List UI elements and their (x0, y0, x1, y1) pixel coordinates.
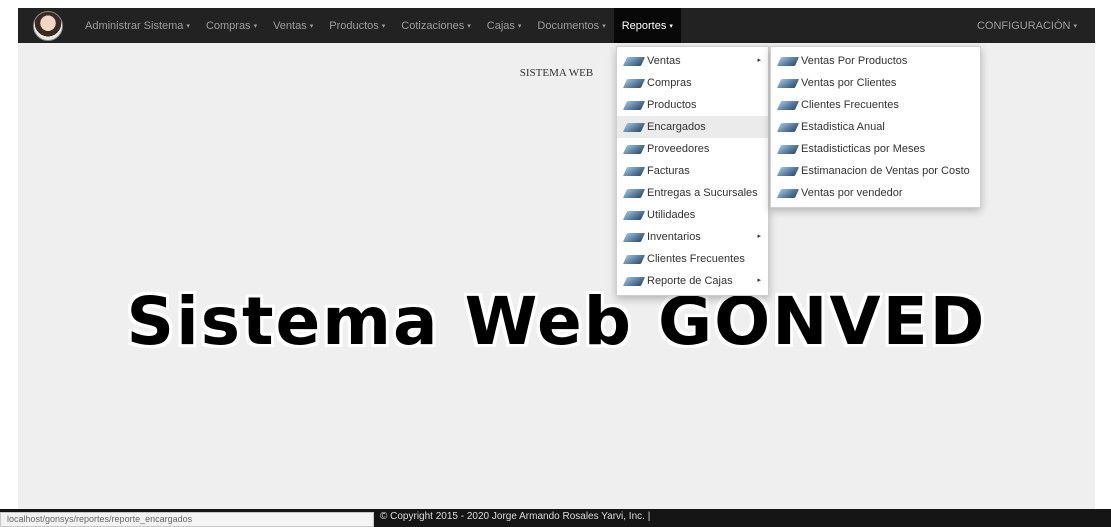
submenu-item-estadistica-anual[interactable]: Estadistica Anual (771, 116, 980, 138)
menu-item-inventarios[interactable]: Inventarios ▸ (617, 226, 768, 248)
menu-item-compras[interactable]: Compras (617, 72, 768, 94)
book-icon (776, 100, 800, 110)
chevron-right-icon: ▸ (757, 277, 761, 284)
book-icon (622, 78, 646, 88)
status-bar-url: localhost/gonsys/reportes/reporte_encarg… (0, 512, 374, 527)
window-left-edge (0, 43, 18, 509)
chevron-down-icon: ▾ (467, 22, 471, 30)
top-navbar: Administrar Sistema ▾ Compras ▾ Ventas ▾ Pr… (18, 8, 1095, 43)
book-icon (622, 122, 646, 132)
chevron-down-icon: ▾ (186, 22, 190, 30)
window-top-edge (0, 0, 1111, 8)
page-title: Sistema Web GONVED (126, 283, 987, 360)
menu-item-productos[interactable]: Productos (617, 94, 768, 116)
book-icon (776, 122, 800, 132)
book-icon (622, 100, 646, 110)
book-icon (776, 188, 800, 198)
chevron-right-icon: ▸ (757, 233, 761, 240)
menu-item-facturas[interactable]: Facturas (617, 160, 768, 182)
nav-documentos[interactable]: Documentos ▾ (529, 8, 613, 43)
nav-ventas[interactable]: Ventas ▾ (265, 8, 321, 43)
submenu-item-estimacion-ventas-costo[interactable]: Estimanacion de Ventas por Costo (771, 160, 980, 182)
book-icon (622, 276, 646, 286)
nav-productos[interactable]: Productos ▾ (321, 8, 393, 43)
book-icon (622, 56, 646, 66)
submenu-item-ventas-por-vendedor[interactable]: Ventas por vendedor (771, 182, 980, 204)
chevron-down-icon: ▾ (669, 22, 673, 30)
menu-item-reporte-cajas[interactable]: Reporte de Cajas ▸ (617, 270, 768, 292)
book-icon (622, 232, 646, 242)
submenu-item-clientes-frecuentes[interactable]: Clientes Frecuentes (771, 94, 980, 116)
submenu-item-ventas-por-productos[interactable]: Ventas Por Productos (771, 50, 980, 72)
chevron-down-icon: ▾ (517, 22, 522, 30)
copyright-text: © Copyright 2015 - 2020 Jorge Armando Ro… (380, 511, 651, 522)
nav-configuracion[interactable]: CONFIGURACIÓN ▾ (969, 8, 1085, 43)
nav-cajas[interactable]: Cajas ▾ (479, 8, 530, 43)
menu-item-clientes-frecuentes[interactable]: Clientes Frecuentes (617, 248, 768, 270)
submenu-item-estadisticas-por-meses[interactable]: Estadisticticas por Meses (771, 138, 980, 160)
chevron-down-icon: ▾ (602, 22, 606, 30)
nav-reportes[interactable]: Reportes ▾ (613, 8, 681, 43)
book-icon (776, 78, 800, 88)
book-icon (622, 144, 646, 154)
chevron-down-icon: ▾ (381, 22, 386, 30)
chevron-down-icon: ▾ (253, 22, 258, 30)
chevron-down-icon: ▾ (1073, 22, 1077, 30)
ventas-submenu: Ventas Por Productos Ventas por Clientes… (770, 46, 981, 208)
book-icon (622, 166, 646, 176)
book-icon (776, 166, 800, 176)
chevron-down-icon: ▾ (309, 22, 314, 30)
menu-item-ventas[interactable]: Ventas ▸ (617, 50, 768, 72)
menu-item-entregas-sucursales[interactable]: Entregas a Sucursales (617, 182, 768, 204)
menu-item-utilidades[interactable]: Utilidades (617, 204, 768, 226)
nav-cotizaciones[interactable]: Cotizaciones ▾ (393, 8, 479, 43)
menu-item-proveedores[interactable]: Proveedores (617, 138, 768, 160)
nav-administrar-sistema[interactable]: Administrar Sistema ▾ (77, 8, 198, 43)
nav-compras[interactable]: Compras ▾ (198, 8, 265, 43)
menu-item-encargados[interactable]: Encargados (617, 116, 768, 138)
book-icon (622, 210, 646, 220)
avatar[interactable] (33, 10, 63, 41)
reportes-dropdown: Ventas ▸ Compras Productos Encargados Pro… (616, 46, 769, 296)
chevron-right-icon: ▸ (757, 57, 761, 64)
book-icon (622, 188, 646, 198)
book-icon (776, 144, 800, 154)
window-right-edge (1095, 43, 1111, 509)
book-icon (776, 56, 800, 66)
book-icon (622, 254, 646, 264)
submenu-item-ventas-por-clientes[interactable]: Ventas por Clientes (771, 72, 980, 94)
